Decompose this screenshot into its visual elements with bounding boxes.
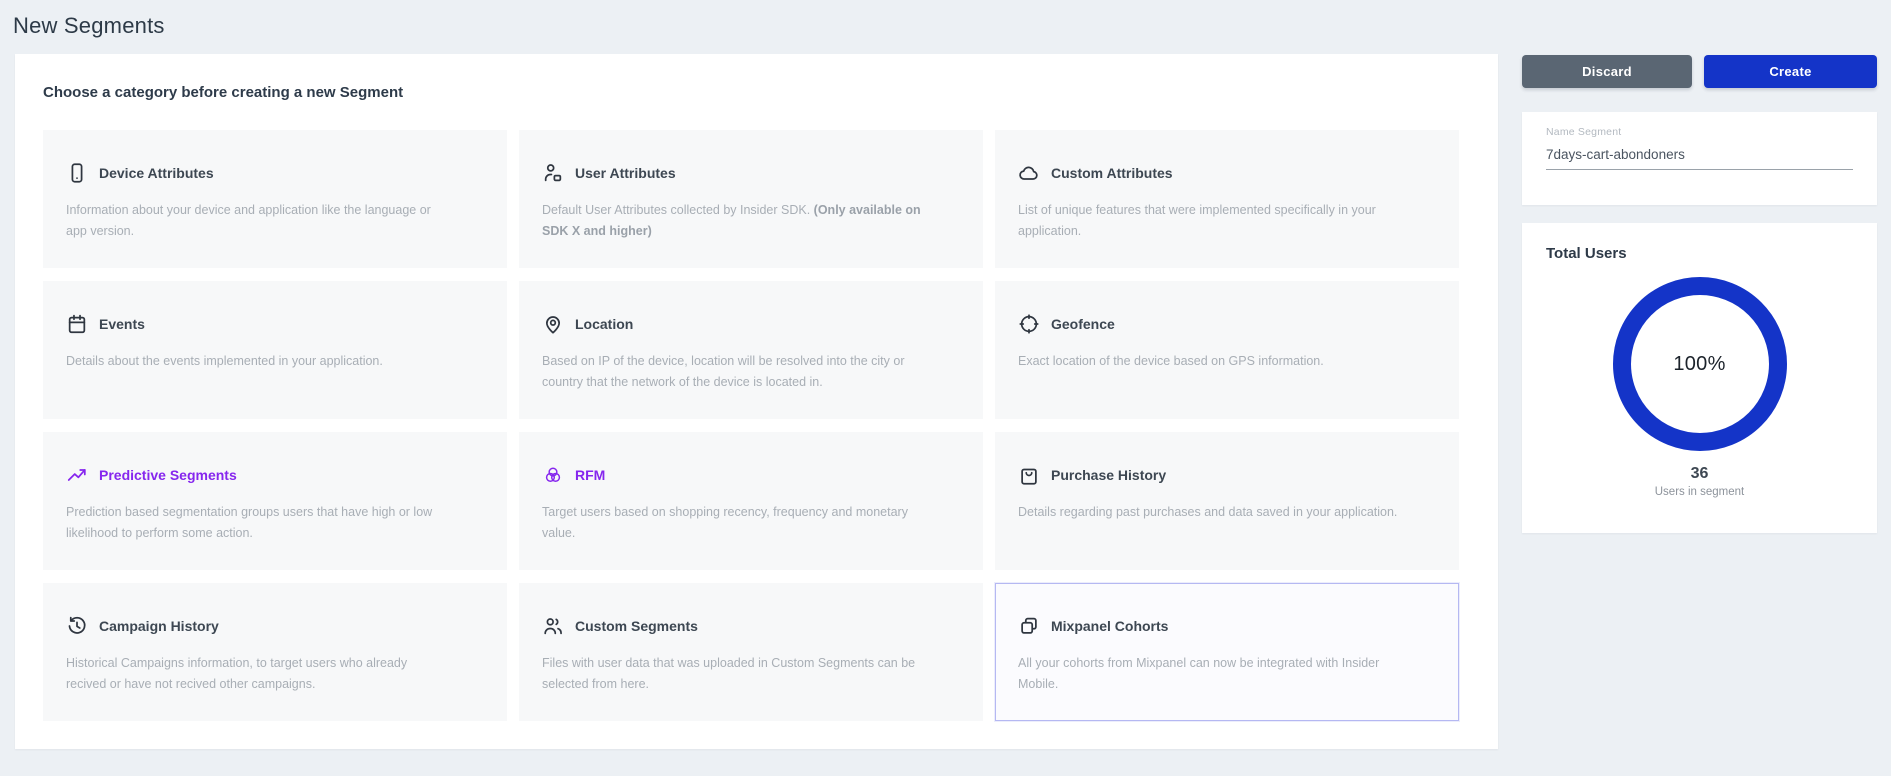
- page-title: New Segments: [13, 13, 165, 39]
- card-head: RFM: [542, 464, 922, 486]
- cloud-icon: [1018, 162, 1040, 184]
- create-button[interactable]: Create: [1704, 55, 1877, 88]
- card-title: User Attributes: [575, 165, 676, 181]
- card-head: User Attributes: [542, 162, 922, 184]
- card-description: Historical Campaigns information, to tar…: [66, 653, 446, 695]
- linked-squares-icon: [1018, 615, 1040, 637]
- category-card-mixpanel-cohorts[interactable]: Mixpanel Cohorts All your cohorts from M…: [995, 583, 1459, 721]
- card-description: List of unique features that were implem…: [1018, 200, 1398, 242]
- category-card-purchase-history[interactable]: Purchase History Details regarding past …: [995, 432, 1459, 570]
- card-description: Details regarding past purchases and dat…: [1018, 502, 1398, 523]
- category-card-custom-attributes[interactable]: Custom Attributes List of unique feature…: [995, 130, 1459, 268]
- card-description: Information about your device and applic…: [66, 200, 446, 242]
- card-head: Predictive Segments: [66, 464, 446, 486]
- category-card-predictive-segments[interactable]: Predictive Segments Prediction based seg…: [43, 432, 507, 570]
- total-users-card: Total Users 100% 36 Users in segment: [1522, 223, 1877, 533]
- trending-up-icon: [66, 464, 88, 486]
- card-head: Device Attributes: [66, 162, 446, 184]
- card-title: Custom Attributes: [1051, 165, 1173, 181]
- card-title: Campaign History: [99, 618, 219, 634]
- card-title: Events: [99, 316, 145, 332]
- card-title: Device Attributes: [99, 165, 214, 181]
- card-head: Custom Attributes: [1018, 162, 1398, 184]
- card-description: Target users based on shopping recency, …: [542, 502, 922, 544]
- card-description: Exact location of the device based on GP…: [1018, 351, 1398, 372]
- category-card-campaign-history[interactable]: Campaign History Historical Campaigns in…: [43, 583, 507, 721]
- history-clock-icon: [66, 615, 88, 637]
- card-title: Location: [575, 316, 633, 332]
- card-title: Geofence: [1051, 316, 1115, 332]
- card-head: Mixpanel Cohorts: [1018, 615, 1398, 637]
- card-description: Files with user data that was uploaded i…: [542, 653, 922, 695]
- panel-subtitle: Choose a category before creating a new …: [43, 84, 403, 101]
- donut-percent-label: 100%: [1612, 276, 1788, 452]
- category-card-user-attributes[interactable]: User Attributes Default User Attributes …: [519, 130, 983, 268]
- category-grid: Device Attributes Information about your…: [43, 130, 1459, 721]
- card-title: Purchase History: [1051, 467, 1166, 483]
- card-title: Predictive Segments: [99, 467, 237, 483]
- crosshair-icon: [1018, 313, 1040, 335]
- card-description: Default User Attributes collected by Ins…: [542, 200, 922, 242]
- venn-icon: [542, 464, 564, 486]
- segment-category-panel: Choose a category before creating a new …: [15, 54, 1498, 749]
- smartphone-icon: [66, 162, 88, 184]
- calendar-icon: [66, 313, 88, 335]
- total-users-donut-chart: 100%: [1612, 276, 1788, 452]
- card-head: Campaign History: [66, 615, 446, 637]
- category-card-device-attributes[interactable]: Device Attributes Information about your…: [43, 130, 507, 268]
- total-users-title: Total Users: [1546, 245, 1853, 262]
- name-segment-label: Name Segment: [1546, 126, 1853, 138]
- card-head: Location: [542, 313, 922, 335]
- card-head: Purchase History: [1018, 464, 1398, 486]
- user-card-icon: [542, 162, 564, 184]
- category-card-custom-segments[interactable]: Custom Segments Files with user data tha…: [519, 583, 983, 721]
- category-card-location[interactable]: Location Based on IP of the device, loca…: [519, 281, 983, 419]
- action-buttons: Discard Create: [1522, 55, 1877, 88]
- users-icon: [542, 615, 564, 637]
- card-description: All your cohorts from Mixpanel can now b…: [1018, 653, 1398, 695]
- card-description: Details about the events implemented in …: [66, 351, 446, 372]
- card-description: Based on IP of the device, location will…: [542, 351, 922, 393]
- name-segment-card: Name Segment: [1522, 112, 1877, 205]
- card-title: RFM: [575, 467, 605, 483]
- card-head: Events: [66, 313, 446, 335]
- map-pin-icon: [542, 313, 564, 335]
- users-count: 36: [1546, 465, 1853, 483]
- discard-button[interactable]: Discard: [1522, 55, 1692, 88]
- category-card-events[interactable]: Events Details about the events implemen…: [43, 281, 507, 419]
- card-description: Prediction based segmentation groups use…: [66, 502, 446, 544]
- card-head: Geofence: [1018, 313, 1398, 335]
- users-count-caption: Users in segment: [1546, 486, 1853, 498]
- card-title: Mixpanel Cohorts: [1051, 618, 1168, 634]
- category-card-geofence[interactable]: Geofence Exact location of the device ba…: [995, 281, 1459, 419]
- name-segment-input[interactable]: [1546, 147, 1853, 170]
- card-head: Custom Segments: [542, 615, 922, 637]
- card-title: Custom Segments: [575, 618, 698, 634]
- category-card-rfm[interactable]: RFM Target users based on shopping recen…: [519, 432, 983, 570]
- shopping-bag-icon: [1018, 464, 1040, 486]
